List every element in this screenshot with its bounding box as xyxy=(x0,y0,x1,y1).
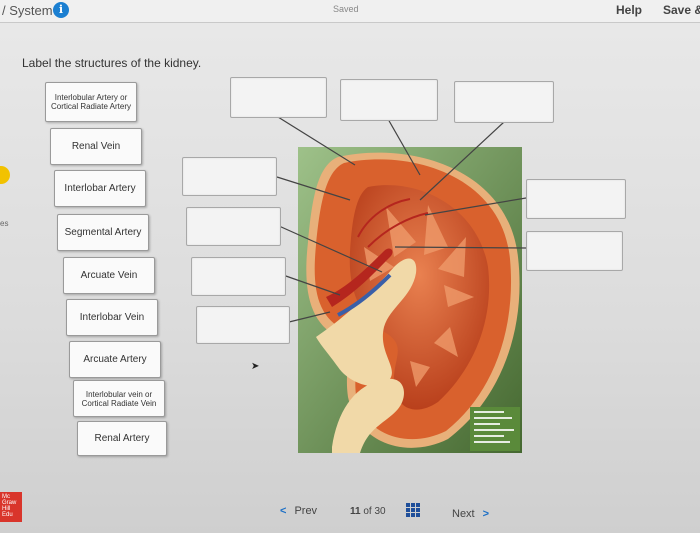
drop-zone-9[interactable] xyxy=(526,231,623,271)
drop-zone-2[interactable] xyxy=(340,79,438,121)
label-segmental-artery[interactable]: Segmental Artery xyxy=(57,214,149,251)
of-label: of xyxy=(363,506,372,517)
next-button[interactable]: Next > xyxy=(452,508,489,520)
saved-status: Saved xyxy=(333,4,359,14)
label-interlobar-vein[interactable]: Interlobar Vein xyxy=(66,299,158,336)
mouse-cursor-icon: ➤ xyxy=(251,361,260,372)
label-interlobular-artery[interactable]: Interlobular Artery or Cortical Radiate … xyxy=(45,82,137,122)
drop-zone-4[interactable] xyxy=(182,157,277,196)
save-exit-button[interactable]: Save & xyxy=(663,3,700,17)
total-pages: 30 xyxy=(374,506,386,517)
publisher-logo: Mc Graw Hill Edu xyxy=(0,492,22,522)
current-page: 11 xyxy=(350,506,361,517)
label-renal-vein[interactable]: Renal Vein xyxy=(50,128,142,165)
label-interlobar-artery[interactable]: Interlobar Artery xyxy=(54,170,146,207)
drop-zone-8[interactable] xyxy=(526,179,626,219)
info-icon[interactable]: i xyxy=(53,2,69,18)
left-edge-text: es xyxy=(0,219,9,228)
drop-zone-1[interactable] xyxy=(230,77,327,118)
drop-zone-5[interactable] xyxy=(186,207,281,246)
drop-zone-3[interactable] xyxy=(454,81,554,123)
grid-icon[interactable] xyxy=(406,503,420,517)
chevron-left-icon: < xyxy=(280,505,287,517)
top-bar: / System i Saved Help Save & xyxy=(0,0,700,23)
help-button[interactable]: Help xyxy=(616,3,642,17)
system-title: / System xyxy=(2,3,53,18)
next-label: Next xyxy=(452,508,475,520)
label-arcuate-vein[interactable]: Arcuate Vein xyxy=(63,257,155,294)
label-interlobular-vein[interactable]: Interlobular vein or Cortical Radiate Ve… xyxy=(73,380,165,417)
prev-label: Prev xyxy=(294,505,318,517)
drop-zone-7[interactable] xyxy=(196,306,290,344)
label-renal-artery[interactable]: Renal Artery xyxy=(77,421,167,456)
prev-button[interactable]: < Prev xyxy=(280,505,317,517)
chevron-right-icon: > xyxy=(482,508,490,520)
question-instruction: Label the structures of the kidney. xyxy=(22,56,202,70)
drop-zone-6[interactable] xyxy=(191,257,286,296)
page-indicator[interactable]: 11 of 30 xyxy=(350,506,386,517)
kidney-diagram-image xyxy=(298,147,522,453)
label-arcuate-artery[interactable]: Arcuate Artery xyxy=(69,341,161,378)
notification-dot[interactable] xyxy=(0,166,10,184)
